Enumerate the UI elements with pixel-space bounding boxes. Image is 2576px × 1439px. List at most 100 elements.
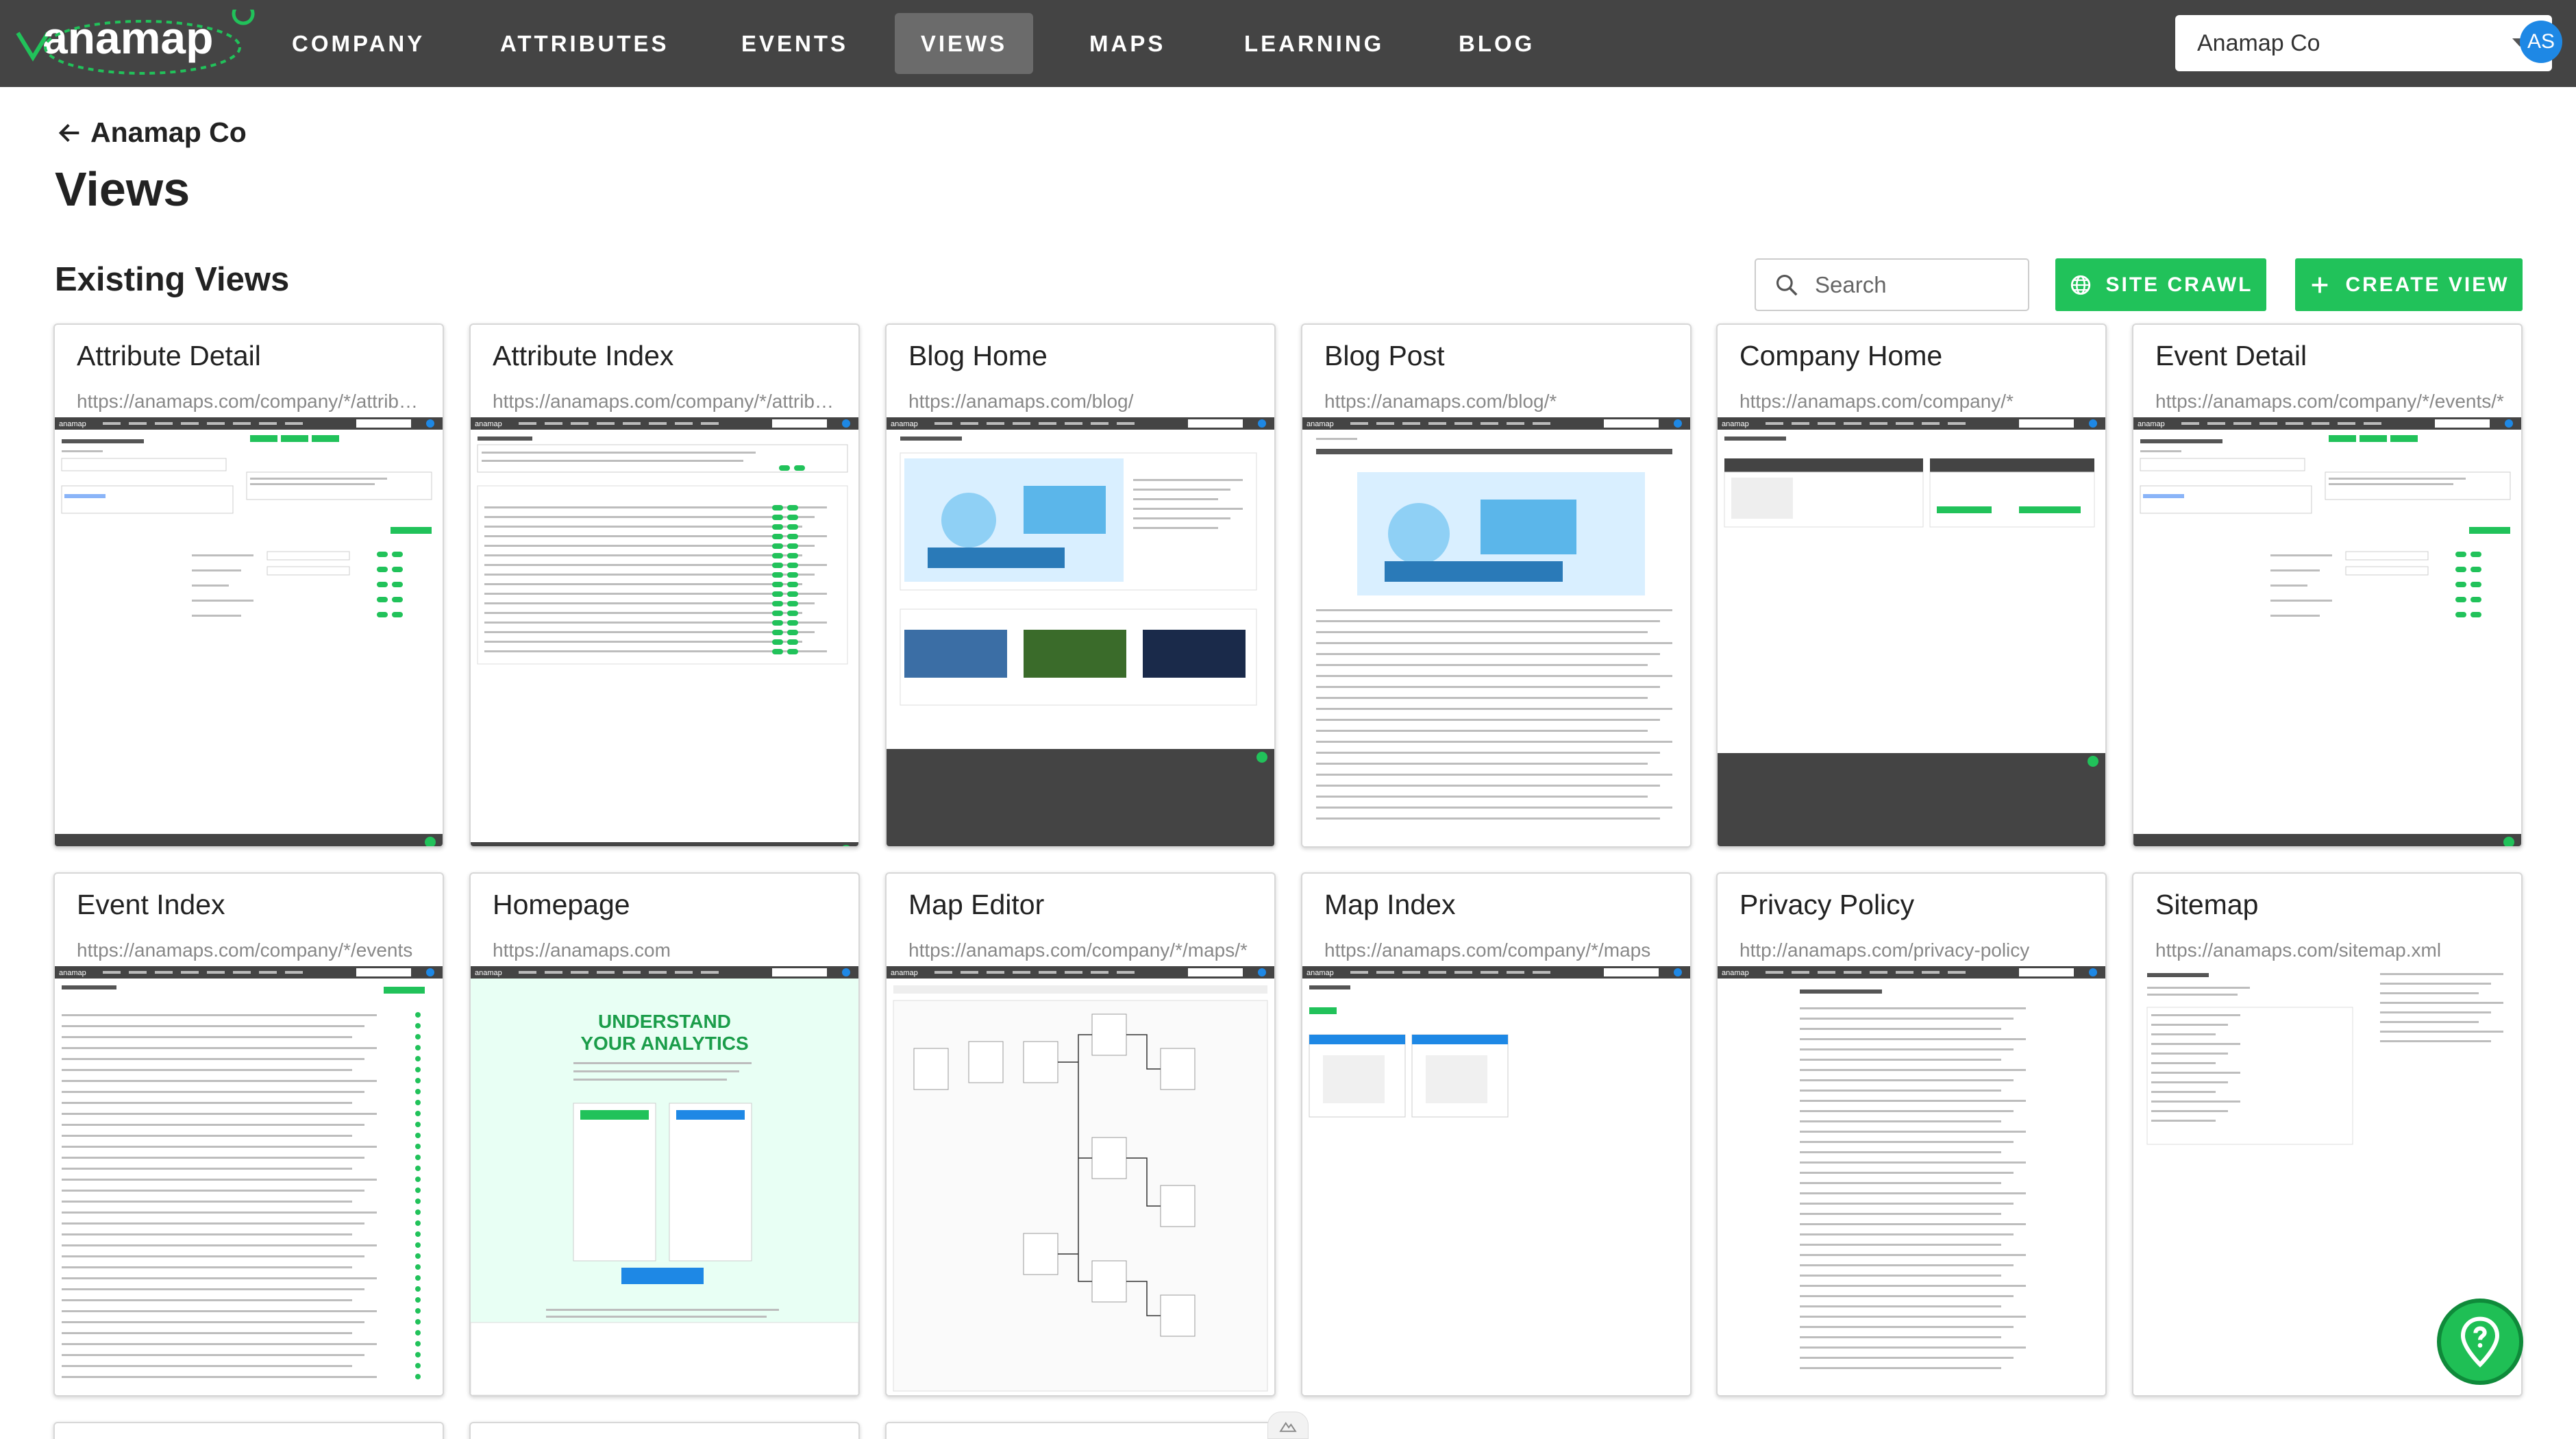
view-card-partial[interactable] xyxy=(53,1422,444,1439)
svg-text:anamap: anamap xyxy=(1306,969,1334,977)
view-card-thumbnail: anamap UNDERSTAND YOUR ANALYTICS xyxy=(471,966,858,1395)
help-button[interactable] xyxy=(2437,1299,2523,1385)
svg-text:anamap: anamap xyxy=(1722,420,1749,428)
nav-company[interactable]: COMPANY xyxy=(262,13,455,74)
nav-blog[interactable]: BLOG xyxy=(1428,13,1565,74)
map-pin-question-icon xyxy=(2460,1316,2500,1368)
section-title: Existing Views xyxy=(55,261,290,298)
view-card-url: https://anamaps.com/company/*/maps xyxy=(1324,939,1651,961)
svg-text:anamap: anamap xyxy=(1722,969,1749,977)
view-card-thumbnail: anamap xyxy=(1302,417,1690,846)
page-preview-image: anamap xyxy=(55,417,443,846)
view-card-partial[interactable] xyxy=(469,1422,860,1439)
anamap-logo-icon: anamap xyxy=(16,2,255,75)
back-link[interactable]: Anamap Co xyxy=(56,116,247,149)
page-preview-image: anamap xyxy=(1302,966,1690,1118)
svg-text:anamap: anamap xyxy=(891,420,918,428)
view-card-url: http://anamaps.com/privacy-policy xyxy=(1739,939,2030,961)
view-card-url: https://anamaps.com/blog/* xyxy=(1324,391,1557,412)
nav-learning[interactable]: LEARNING xyxy=(1214,13,1414,74)
scroll-up-indicator[interactable] xyxy=(1267,1412,1309,1439)
page-preview-image: anamap xyxy=(887,966,1274,1392)
view-card-thumbnail: anamap xyxy=(471,417,858,846)
page-preview-image: anamap xyxy=(2133,417,2521,846)
view-card-title: Map Editor xyxy=(908,889,1045,920)
anamap-logo[interactable]: anamap xyxy=(12,2,259,78)
view-card-url: https://anamaps.com/company/*/maps/* xyxy=(908,939,1248,961)
svg-text:anamap: anamap xyxy=(1306,420,1334,428)
globe-icon xyxy=(2070,275,2090,295)
plus-icon xyxy=(2312,277,2328,293)
view-card-url: https://anamaps.com/sitemap.xml xyxy=(2155,939,2442,961)
svg-text:anamap: anamap xyxy=(2138,420,2165,428)
view-card-title: Sitemap xyxy=(2155,889,2259,920)
top-navbar: anamap COMPANY ATTRIBUTES EVENTS VIEWS M… xyxy=(0,0,2576,87)
view-card[interactable]: Map Editor https://anamaps.com/company/*/… xyxy=(885,872,1276,1397)
view-card-title: Event Detail xyxy=(2155,340,2307,371)
view-card-title: Company Home xyxy=(1739,340,1943,371)
view-card-url: https://anamaps.com/company/*/events xyxy=(77,939,413,961)
view-card-title: Blog Home xyxy=(908,340,1048,371)
view-card[interactable]: Blog Home https://anamaps.com/blog/anamap xyxy=(885,323,1276,848)
view-card[interactable]: Homepage https://anamaps.com anamap UNDERST… xyxy=(469,872,860,1397)
view-card-title: Blog Post xyxy=(1324,340,1445,371)
nav-attributes[interactable]: ATTRIBUTES xyxy=(470,13,699,74)
view-card-url: https://anamaps.com/company/*/attributes… xyxy=(77,391,426,412)
page-preview-image: anamap xyxy=(1302,417,1690,820)
svg-text:YOUR ANALYTICS: YOUR ANALYTICS xyxy=(580,1033,748,1054)
view-card-url: https://anamaps.com/blog/ xyxy=(908,391,1134,412)
view-card[interactable]: Event Detail https://anamaps.com/company/… xyxy=(2132,323,2523,848)
page-preview-image: anamap xyxy=(471,417,858,846)
view-card[interactable]: Privacy Policy http://anamaps.com/privacy… xyxy=(1716,872,2107,1397)
svg-text:anamap: anamap xyxy=(475,969,502,977)
arrow-left-icon xyxy=(58,123,79,142)
view-card-url: https://anamaps.com xyxy=(493,939,671,961)
view-card-thumbnail: anamap xyxy=(2133,417,2521,846)
view-card-url: https://anamaps.com/company/* xyxy=(1739,391,2014,412)
mountain-icon xyxy=(1279,1421,1297,1432)
page-preview-image: anamap xyxy=(1718,417,2105,846)
view-card-thumbnail: anamap xyxy=(887,417,1274,846)
view-card-partial[interactable] xyxy=(885,1422,1276,1439)
search-input[interactable]: Search xyxy=(1755,258,2029,311)
view-card-thumbnail: anamap xyxy=(55,417,443,846)
svg-text:anamap: anamap xyxy=(891,969,918,977)
view-card-title: Attribute Detail xyxy=(77,340,261,371)
view-card-url: https://anamaps.com/company/*/attributes xyxy=(493,391,842,412)
view-card[interactable]: Attribute Index https://anamaps.com/compa… xyxy=(469,323,860,848)
nav-maps[interactable]: MAPS xyxy=(1059,13,1196,74)
view-card-title: Homepage xyxy=(493,889,630,920)
svg-text:anamap: anamap xyxy=(59,420,86,428)
view-card[interactable]: Blog Post https://anamaps.com/blog/* anama… xyxy=(1301,323,1692,848)
view-card-thumbnail: anamap xyxy=(55,966,443,1395)
nav-views[interactable]: VIEWS xyxy=(895,13,1033,74)
svg-text:anamap: anamap xyxy=(475,420,502,428)
search-placeholder: Search xyxy=(1815,271,1887,297)
site-crawl-button[interactable]: SITE CRAWL xyxy=(2055,258,2266,311)
view-card[interactable]: Event Index https://anamaps.com/company/*… xyxy=(53,872,444,1397)
view-card[interactable]: Company Home https://anamaps.com/company/… xyxy=(1716,323,2107,848)
view-card-title: Map Index xyxy=(1324,889,1456,920)
page-preview-image: anamap xyxy=(55,966,443,1379)
site-crawl-label: SITE CRAWL xyxy=(2105,273,2253,296)
nav-events[interactable]: EVENTS xyxy=(711,13,878,74)
page-preview-image: anamap UNDERSTANDYOUR ANALYTICS xyxy=(471,966,858,1395)
view-card-title: Privacy Policy xyxy=(1739,889,1915,920)
create-view-button[interactable]: CREATE VIEW xyxy=(2295,258,2523,311)
back-link-label: Anamap Co xyxy=(90,116,247,148)
company-select[interactable]: Anamap Co xyxy=(2175,15,2552,71)
view-card-thumbnail: anamap xyxy=(887,966,1274,1395)
view-card-url: https://anamaps.com/company/*/events/* xyxy=(2155,391,2504,412)
page-title: Views xyxy=(55,162,190,216)
svg-text:UNDERSTAND: UNDERSTAND xyxy=(598,1011,731,1032)
company-select-value: Anamap Co xyxy=(2197,29,2320,56)
view-card-thumbnail: anamap xyxy=(1718,417,2105,846)
view-card[interactable]: Map Index https://anamaps.com/company/*/m… xyxy=(1301,872,1692,1397)
view-card-title: Attribute Index xyxy=(493,340,674,371)
search-icon xyxy=(1776,274,1798,295)
view-card[interactable]: Attribute Detail https://anamaps.com/comp… xyxy=(53,323,444,848)
user-avatar[interactable]: AS xyxy=(2520,21,2562,63)
view-card-title: Event Index xyxy=(77,889,225,920)
page-preview-image: anamap xyxy=(887,417,1274,846)
page-preview-image: anamap xyxy=(1718,966,2105,1369)
